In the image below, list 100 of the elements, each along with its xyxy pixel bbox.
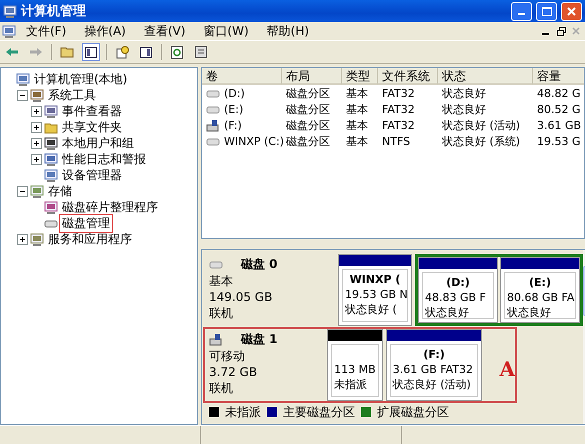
table-cell: 80.52 G (537, 102, 581, 116)
partition-block[interactable]: 113 MB 未指派 (327, 329, 383, 401)
show-tree-button[interactable] (82, 43, 100, 61)
expand-button[interactable] (31, 122, 42, 132)
tree-item[interactable]: 事件查看器 (60, 102, 124, 120)
disk-type: 可移动 (209, 348, 246, 364)
disk-status: 联机 (209, 305, 234, 321)
menu-item[interactable]: 文件(F) (18, 22, 74, 40)
partition-block[interactable]: (E:) 80.68 GB FA 状态良好 (500, 257, 580, 323)
table-cell: FAT32 (382, 102, 415, 116)
table-cell: 状态良好 (活动) (442, 118, 520, 132)
legend-label: 未指派 (225, 404, 261, 420)
annotation-label: A (499, 357, 515, 383)
table-cell: FAT32 (382, 118, 415, 132)
maximize-icon (542, 6, 552, 16)
plus-icon (33, 156, 40, 162)
partition-text: 状态良好 (425, 305, 470, 318)
partition-text: (E:) (528, 275, 552, 290)
window-title: 计算机管理 (21, 3, 87, 20)
removable-icon (206, 118, 220, 132)
table-cell: 基本 (346, 134, 368, 148)
plus-icon (33, 124, 40, 130)
refresh-button[interactable] (168, 43, 186, 61)
disk-size: 149.05 GB (209, 289, 274, 305)
plus-icon (19, 236, 26, 242)
table-cell: 基本 (346, 102, 368, 116)
close-icon (567, 6, 576, 16)
menu-item[interactable]: 查看(V) (136, 22, 194, 40)
table-cell: 状态良好 (442, 102, 486, 116)
column-header[interactable]: 卷 (202, 68, 282, 85)
table-cell: 磁盘分区 (286, 134, 330, 148)
table-cell: (D:) (224, 86, 245, 100)
table-cell: 基本 (346, 86, 368, 100)
tree-item[interactable]: 存储 (46, 182, 74, 200)
partition-text: 状态良好 ( (345, 302, 398, 317)
partition-text: 3.61 GB FAT32 (392, 362, 474, 377)
restore-icon (556, 26, 566, 36)
partition-text: 19.53 GB N (345, 287, 405, 302)
column-header[interactable]: 容量 (533, 68, 584, 85)
table-cell: (E:) (224, 102, 244, 116)
expand-button[interactable] (17, 234, 28, 244)
expand-button[interactable] (31, 154, 42, 164)
table-cell: 基本 (346, 118, 368, 132)
expand-button[interactable] (31, 106, 42, 116)
tree-item[interactable]: 设备管理器 (60, 166, 124, 184)
maximize-button[interactable] (536, 2, 557, 20)
menu-item[interactable]: 窗口(W) (195, 22, 257, 40)
restore-button[interactable] (554, 24, 568, 38)
partition-text: 48.83 GB F (425, 290, 487, 305)
partition-bar (328, 330, 382, 341)
properties-button[interactable] (192, 43, 210, 61)
column-header[interactable]: 类型 (342, 68, 378, 85)
partition-block[interactable]: (F:) 3.61 GB FAT32 状态良好 (活动) (386, 329, 482, 401)
close-icon (572, 27, 580, 35)
column-header[interactable]: 状态 (438, 68, 533, 85)
column-header[interactable]: 文件系统 (378, 68, 438, 85)
back-arrow-icon (5, 47, 19, 57)
plus-icon (33, 108, 40, 114)
table-cell: WINXP (C:) (224, 134, 284, 148)
partition-text: 状态良好 (活动) (392, 377, 472, 392)
table-cell: 3.61 GB (537, 118, 582, 132)
tree-item[interactable]: 磁盘碎片整理程序 (60, 198, 160, 216)
tree-item[interactable]: 服务和应用程序 (46, 230, 134, 248)
table-cell: 状态良好 (442, 86, 486, 100)
partition-block[interactable]: WINXP ( 19.53 GB N 状态良好 ( (338, 254, 412, 326)
table-cell: 磁盘分区 (286, 102, 330, 116)
plus-icon (33, 140, 40, 146)
close-button[interactable] (561, 2, 582, 20)
document-icon (2, 24, 16, 38)
tree-item[interactable]: 本地用户和组 (60, 134, 136, 152)
table-cell: 19.53 G (537, 134, 581, 148)
partition-block[interactable]: (D:) 48.83 GB F 状态良好 (418, 257, 498, 323)
computer-icon (16, 72, 30, 86)
partition-text: (D:) (445, 275, 471, 290)
tree-item[interactable]: 计算机管理(本地) (32, 70, 130, 88)
tree-item[interactable]: 系统工具 (46, 86, 98, 104)
legend-label: 扩展磁盘分区 (377, 404, 449, 420)
disk-type: 基本 (209, 273, 234, 289)
disk-size: 3.72 GB (209, 364, 258, 380)
tree-item[interactable]: 共享文件夹 (60, 118, 124, 136)
forward-arrow-icon (29, 47, 43, 57)
collapse-button[interactable] (17, 90, 28, 100)
table-cell: NTFS (382, 134, 410, 148)
tree-item[interactable]: 磁盘管理 (60, 214, 112, 232)
legend-label: 主要磁盘分区 (283, 404, 355, 420)
tree-item[interactable]: 性能日志和警报 (60, 150, 148, 168)
menu-item[interactable]: 操作(A) (76, 22, 134, 40)
table-cell: 磁盘分区 (286, 86, 330, 100)
column-header[interactable]: 布局 (282, 68, 342, 85)
collapse-button[interactable] (17, 186, 28, 196)
menu-item[interactable]: 帮助(H) (258, 22, 318, 40)
table-cell: 状态良好 (系统) (442, 134, 520, 148)
table-cell: 48.82 G (537, 86, 581, 100)
disk-name: 磁盘 1 (241, 331, 278, 348)
folder-icon (44, 120, 58, 134)
partition-text: (F:) (422, 347, 446, 362)
partition-text: WINXP ( (348, 272, 402, 287)
computer-icon (44, 168, 58, 182)
removable-icon (209, 333, 223, 346)
expand-button[interactable] (31, 138, 42, 148)
